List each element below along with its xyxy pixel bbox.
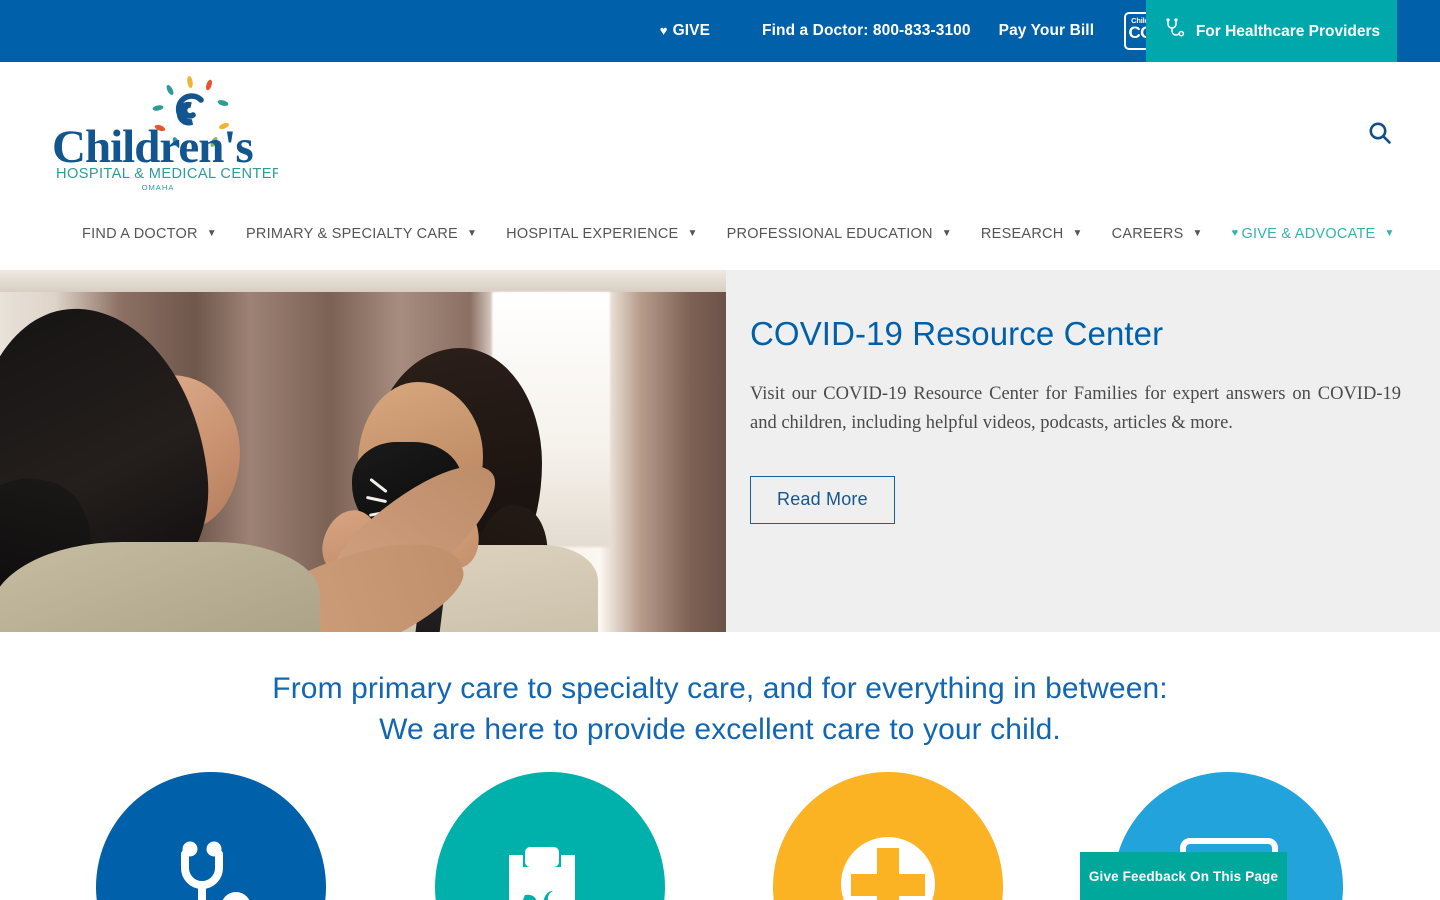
give-link[interactable]: ♥ GIVE (660, 22, 710, 40)
nav-item-give-advocate[interactable]: ♥ GIVE & ADVOCATE ▼ (1232, 226, 1395, 242)
nav-item-professional-education[interactable]: PROFESSIONAL EDUCATION ▼ (727, 226, 952, 242)
hero-description: Visit our COVID-19 Resource Center for F… (750, 384, 1401, 434)
for-healthcare-providers-button[interactable]: For Healthcare Providers (1146, 0, 1397, 69)
search-button[interactable] (1360, 114, 1400, 154)
tagline-section: From primary care to specialty care, and… (0, 632, 1440, 751)
nav-item-find-a-doctor[interactable]: FIND A DOCTOR ▼ (82, 226, 217, 242)
svg-text:HOSPITAL & MEDICAL CENTER: HOSPITAL & MEDICAL CENTER (56, 166, 278, 182)
hero-section: COVID-19 Resource Center Visit our COVID… (0, 270, 1440, 632)
nav-item-primary-specialty-care[interactable]: PRIMARY & SPECIALTY CARE ▼ (246, 226, 477, 242)
give-feedback-button[interactable]: Give Feedback On This Page (1080, 852, 1287, 900)
clipboard-xray-icon (491, 825, 609, 900)
hero-title: COVID-19 Resource Center (750, 315, 1164, 352)
stethoscope-icon (152, 825, 270, 900)
tagline-line-2: We are here to provide excellent care to… (379, 712, 1061, 746)
chevron-down-icon: ▼ (941, 228, 952, 239)
utility-bar: ♥ GIVE Find a Doctor: 800-833-3100 Pay Y… (0, 0, 1440, 69)
chevron-down-icon: ▼ (1072, 228, 1083, 239)
chevron-down-icon: ▼ (206, 228, 217, 239)
nav-label: RESEARCH (980, 226, 1064, 242)
tagline-line-1: From primary care to specialty care, and… (272, 672, 1168, 705)
chevron-down-icon: ▼ (1192, 228, 1203, 239)
nav-label: CAREERS (1111, 226, 1184, 242)
for-healthcare-providers-label: For Healthcare Providers (1195, 22, 1381, 40)
chevron-down-icon: ▼ (687, 228, 698, 239)
hero-text-panel: COVID-19 Resource Center Visit our COVID… (726, 270, 1440, 632)
hero-photo-ceiling (0, 270, 726, 292)
search-icon (1367, 120, 1393, 149)
header-logo-row: Children's HOSPITAL & MEDICAL CENTER OMA… (0, 62, 1440, 204)
give-label: GIVE (672, 22, 711, 39)
nav-item-hospital-experience[interactable]: HOSPITAL EXPERIENCE ▼ (506, 226, 698, 242)
nav-label: GIVE & ADVOCATE (1241, 226, 1376, 242)
hero-image[interactable] (0, 270, 726, 632)
childrens-hospital-logo-art: Children's HOSPITAL & MEDICAL CENTER OMA… (52, 76, 282, 192)
nav-item-research[interactable]: RESEARCH ▼ (981, 226, 1083, 242)
chevron-down-icon: ▼ (466, 228, 478, 239)
hero-photo-parent-body (0, 542, 320, 632)
medical-cross-icon (828, 824, 948, 900)
service-circle-medical-records[interactable] (435, 771, 665, 900)
chevron-down-icon: ▼ (1384, 228, 1395, 239)
nav-label: FIND A DOCTOR (82, 226, 198, 242)
svg-text:OMAHA: OMAHA (142, 183, 175, 190)
nav-label: HOSPITAL EXPERIENCE (506, 226, 679, 242)
service-circle-find-a-doctor[interactable] (96, 771, 326, 900)
heart-icon: ♥ (659, 22, 668, 38)
main-navigation: FIND A DOCTOR ▼ PRIMARY & SPECIALTY CARE… (0, 204, 1440, 270)
heart-icon: ♥ (1231, 226, 1239, 239)
nav-item-careers[interactable]: CAREERS ▼ (1112, 226, 1203, 242)
read-more-button[interactable]: Read More (750, 476, 895, 525)
site-logo[interactable]: Children's HOSPITAL & MEDICAL CENTER OMA… (38, 70, 282, 192)
nav-label: PROFESSIONAL EDUCATION (726, 226, 933, 242)
nav-label: PRIMARY & SPECIALTY CARE (245, 226, 458, 242)
pay-your-bill-link[interactable]: Pay Your Bill (999, 22, 1094, 40)
find-a-doctor-phone-link[interactable]: Find a Doctor: 800-833-3100 (762, 22, 971, 40)
stethoscope-icon (1163, 17, 1187, 46)
service-circle-urgent-care[interactable] (773, 771, 1003, 900)
